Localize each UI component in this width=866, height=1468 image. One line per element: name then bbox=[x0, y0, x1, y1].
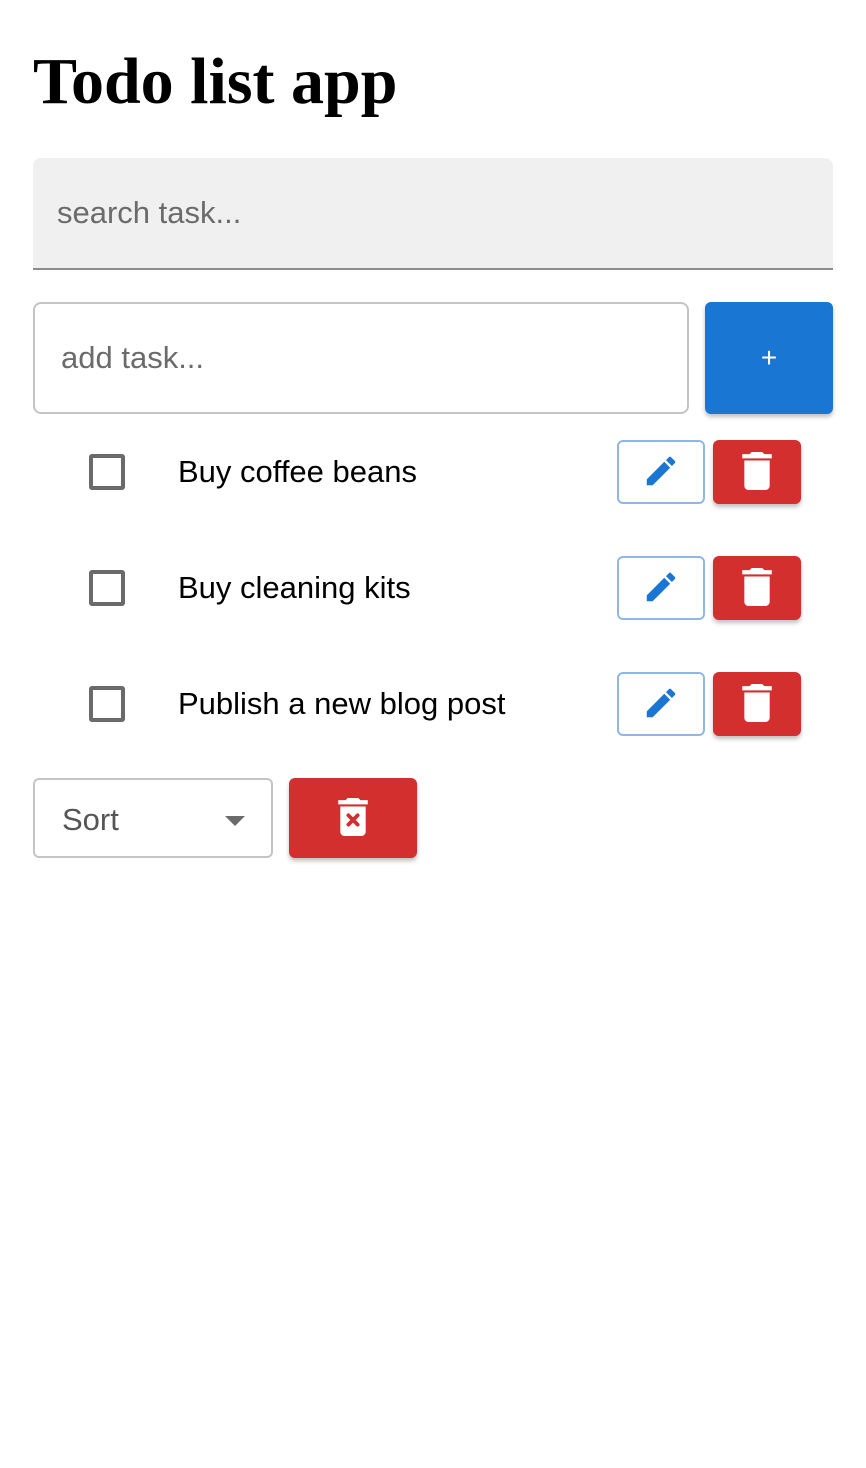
add-task-button[interactable]: + bbox=[705, 302, 833, 414]
edit-task-button[interactable] bbox=[617, 556, 705, 620]
search-field[interactable] bbox=[33, 158, 833, 270]
task-item: Buy coffee beans bbox=[0, 440, 866, 504]
todo-app: Todo list app + Buy coffee beans bbox=[0, 0, 866, 1468]
task-item: Publish a new blog post bbox=[0, 672, 866, 736]
delete-task-button[interactable] bbox=[713, 440, 801, 504]
pencil-icon bbox=[642, 568, 680, 609]
sort-select[interactable]: Sort bbox=[33, 778, 273, 858]
task-checkbox[interactable] bbox=[89, 454, 125, 490]
edit-task-button[interactable] bbox=[617, 440, 705, 504]
search-input[interactable] bbox=[33, 158, 833, 268]
task-item: Buy cleaning kits bbox=[0, 556, 866, 620]
clear-all-button[interactable] bbox=[289, 778, 417, 858]
delete-task-button[interactable] bbox=[713, 556, 801, 620]
pencil-icon bbox=[642, 684, 680, 725]
trash-icon bbox=[742, 683, 772, 725]
trash-icon bbox=[742, 451, 772, 493]
dropdown-arrow-icon bbox=[225, 816, 245, 826]
add-task-input[interactable] bbox=[35, 304, 687, 412]
trash-x-icon bbox=[338, 797, 368, 839]
task-checkbox[interactable] bbox=[89, 570, 125, 606]
add-task-field[interactable] bbox=[33, 302, 689, 414]
pencil-icon bbox=[642, 452, 680, 493]
task-label: Buy coffee beans bbox=[178, 454, 417, 489]
delete-task-button[interactable] bbox=[713, 672, 801, 736]
task-label: Publish a new blog post bbox=[178, 686, 506, 721]
sort-selected-value: Sort bbox=[62, 802, 119, 837]
task-label: Buy cleaning kits bbox=[178, 570, 411, 605]
task-checkbox[interactable] bbox=[89, 686, 125, 722]
trash-icon bbox=[742, 567, 772, 609]
page-title: Todo list app bbox=[33, 45, 398, 118]
edit-task-button[interactable] bbox=[617, 672, 705, 736]
